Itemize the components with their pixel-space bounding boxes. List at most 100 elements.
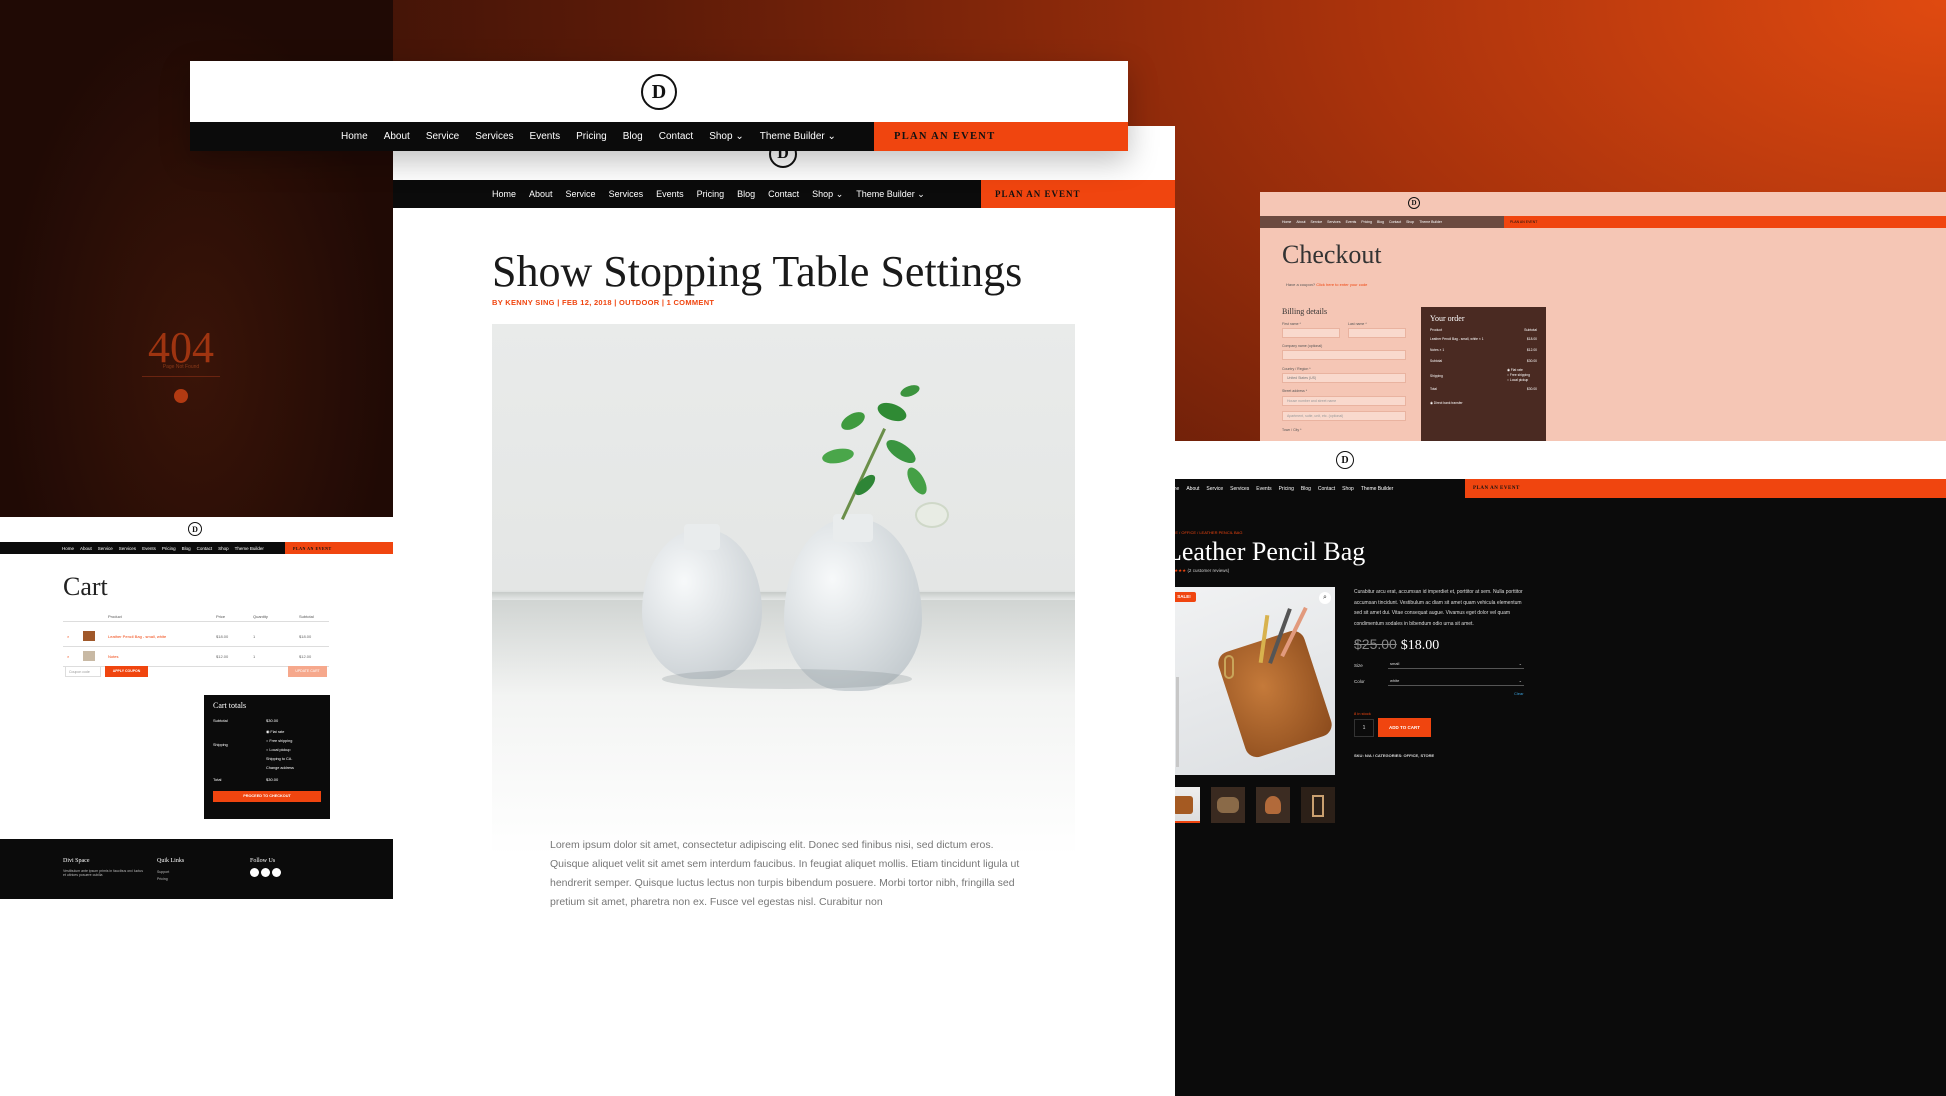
- nav-blog[interactable]: Blog: [737, 189, 755, 200]
- shipping-option[interactable]: ◉ Flat rate: [266, 728, 294, 737]
- checkout-button[interactable]: PROCEED TO CHECKOUT: [213, 791, 321, 802]
- nav-service[interactable]: Service: [98, 546, 113, 551]
- color-select[interactable]: white ⌄: [1388, 676, 1524, 686]
- quantity-input[interactable]: 1: [1354, 719, 1374, 737]
- nav-contact[interactable]: Contact: [768, 189, 799, 200]
- facebook-icon[interactable]: [250, 868, 259, 877]
- nav-theme-builder[interactable]: Theme Builder ⌄: [856, 189, 925, 200]
- company-field[interactable]: [1282, 350, 1406, 360]
- shipping-option[interactable]: ○ Local pickup: [1507, 378, 1537, 383]
- nav-about[interactable]: About: [1186, 486, 1199, 492]
- qty-input[interactable]: 1: [253, 654, 299, 659]
- nav-blog[interactable]: Blog: [623, 131, 643, 142]
- country-select[interactable]: United States (US): [1282, 373, 1406, 383]
- add-to-cart-button[interactable]: ADD TO CART: [1378, 718, 1431, 737]
- first-name-field[interactable]: [1282, 328, 1340, 338]
- nav-contact[interactable]: Contact: [1318, 486, 1335, 492]
- nav-shop[interactable]: Shop: [218, 546, 229, 551]
- nav-pricing[interactable]: Pricing: [1279, 486, 1294, 492]
- logo-icon[interactable]: D: [1336, 451, 1354, 469]
- nav-events[interactable]: Events: [656, 189, 684, 200]
- nav-shop[interactable]: Shop: [1342, 486, 1354, 492]
- nav-theme-builder[interactable]: Theme Builder: [235, 546, 264, 551]
- nav-services[interactable]: Services: [1230, 486, 1249, 492]
- remove-icon[interactable]: ×: [63, 654, 83, 659]
- logo-icon[interactable]: D: [1408, 197, 1420, 209]
- col-quantity: Quantity: [253, 614, 268, 619]
- product-image[interactable]: [1166, 587, 1335, 775]
- nav-pricing[interactable]: Pricing: [162, 546, 176, 551]
- nav-services[interactable]: Services: [475, 131, 513, 142]
- nav-pricing[interactable]: Pricing: [576, 131, 607, 142]
- nav-service[interactable]: Service: [426, 131, 459, 142]
- plan-event-button[interactable]: PLAN AN EVENT: [1504, 216, 1946, 228]
- cart-item-name[interactable]: Notes: [108, 654, 216, 659]
- nav-contact[interactable]: Contact: [197, 546, 213, 551]
- nav-theme-builder[interactable]: Theme Builder: [1361, 486, 1394, 492]
- price: $18.00: [1400, 638, 1440, 653]
- nav-services[interactable]: Services: [609, 189, 644, 200]
- nav-pricing[interactable]: Pricing: [697, 189, 725, 200]
- post-meta[interactable]: BY KENNY SING | FEB 12, 2018 | OUTDOOR |…: [492, 298, 714, 307]
- zoom-icon[interactable]: ⌕: [1319, 592, 1331, 604]
- twitter-icon[interactable]: [261, 868, 270, 877]
- footer-link[interactable]: Pricing: [157, 876, 169, 883]
- reviews-link[interactable]: (2 customer reviews): [1187, 568, 1229, 573]
- cart-item-name[interactable]: Leather Pencil Bag - small, white: [108, 634, 216, 639]
- shipping-option[interactable]: ○ Local pickup: [266, 746, 294, 755]
- plan-event-button[interactable]: PLAN AN EVENT: [1465, 479, 1946, 498]
- nav-home[interactable]: Home: [62, 546, 74, 551]
- blog-nav: Home About Service Services Events Pricing Blo…: [393, 180, 1175, 208]
- blog-page: D Home About Service Services Events Pricing B…: [393, 126, 1175, 1096]
- nav-service[interactable]: Service: [1206, 486, 1223, 492]
- nav-events[interactable]: Events: [530, 131, 561, 142]
- instagram-icon[interactable]: [272, 868, 281, 877]
- logo-icon[interactable]: D: [188, 522, 202, 536]
- gallery-thumb[interactable]: [1211, 787, 1245, 823]
- nav-about[interactable]: About: [529, 189, 553, 200]
- nav-shop[interactable]: Shop ⌄: [812, 189, 843, 200]
- thumb-image: [83, 631, 95, 641]
- plan-event-button[interactable]: PLAN AN EVENT: [981, 180, 1175, 208]
- product-meta: SKU: N/A / CATEGORIES: OFFICE, STORE: [1354, 753, 1435, 758]
- remove-icon[interactable]: ×: [63, 634, 83, 639]
- nav-contact[interactable]: Contact: [659, 131, 693, 142]
- nav-theme-builder[interactable]: Theme Builder ⌄: [760, 131, 836, 142]
- change-address-link[interactable]: Change address: [266, 764, 294, 773]
- shipping-option[interactable]: ○ Free shipping: [266, 737, 294, 746]
- nav-home[interactable]: Home: [341, 131, 368, 142]
- notfound-button[interactable]: [174, 389, 188, 403]
- apply-coupon-button[interactable]: APPLY COUPON: [105, 666, 148, 677]
- logo-icon[interactable]: D: [641, 74, 677, 110]
- nav-events[interactable]: Events: [1256, 486, 1271, 492]
- clear-link[interactable]: Clear: [1514, 691, 1524, 696]
- nav-home[interactable]: Home: [492, 189, 516, 200]
- nav-about[interactable]: About: [80, 546, 92, 551]
- nav-about[interactable]: About: [384, 131, 410, 142]
- footer-link[interactable]: Support: [157, 869, 169, 876]
- breadcrumb: HOME / OFFICE / LEATHER PENCIL BAG: [1166, 530, 1243, 535]
- payment-option[interactable]: ◉ Direct bank transfer: [1430, 401, 1537, 405]
- col-subtotal: Subtotal: [299, 614, 314, 619]
- last-name-field[interactable]: [1348, 328, 1406, 338]
- coupon-input[interactable]: Coupon code: [65, 666, 101, 677]
- coupon-link[interactable]: Click here to enter your code: [1316, 282, 1367, 287]
- size-select[interactable]: small ⌄: [1388, 659, 1524, 669]
- apartment-field[interactable]: Apartment, suite, unit, etc. (optional): [1282, 411, 1406, 421]
- gallery-thumb[interactable]: [1256, 787, 1290, 823]
- plan-event-button[interactable]: PLAN AN EVENT: [874, 122, 1128, 151]
- cart-totals-title: Cart totals: [213, 701, 247, 710]
- plan-event-button[interactable]: PLAN AN EVENT: [285, 542, 393, 554]
- street-field[interactable]: House number and street name: [1282, 396, 1406, 406]
- nav-service[interactable]: Service: [566, 189, 596, 200]
- cart-nav: Home About Service Services Events Pricing Blo…: [0, 542, 393, 554]
- nav-services[interactable]: Services: [119, 546, 136, 551]
- nav-shop[interactable]: Shop ⌄: [709, 131, 744, 142]
- chevron-down-icon: ⌄: [1518, 678, 1522, 683]
- nav-events[interactable]: Events: [142, 546, 156, 551]
- qty-input[interactable]: 1: [253, 634, 299, 639]
- update-cart-button[interactable]: UPDATE CART: [288, 666, 327, 677]
- gallery-thumb[interactable]: [1301, 787, 1335, 823]
- nav-blog[interactable]: Blog: [1301, 486, 1311, 492]
- nav-blog[interactable]: Blog: [182, 546, 191, 551]
